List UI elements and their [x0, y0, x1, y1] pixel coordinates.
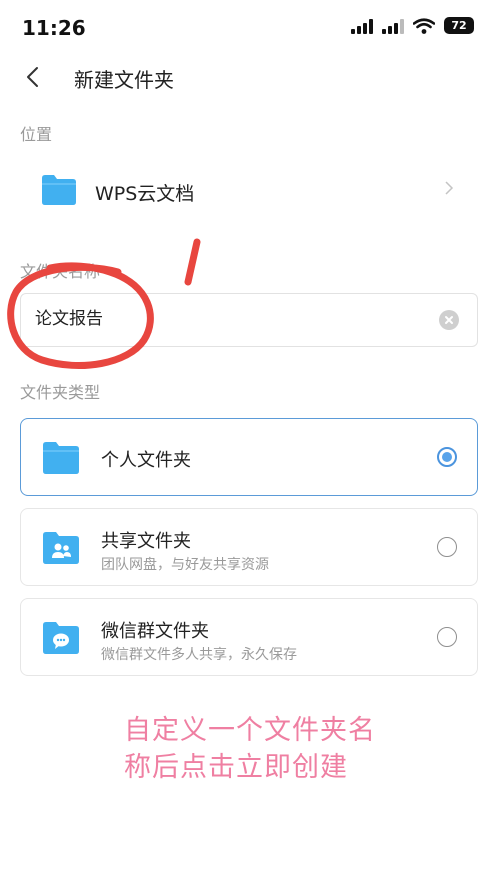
radio-unselected[interactable] — [437, 627, 457, 647]
location-row[interactable]: WPS云文档 — [20, 160, 480, 220]
type-option-shared[interactable]: 共享文件夹 团队网盘，与好友共享资源 — [20, 508, 478, 586]
location-value: WPS云文档 — [95, 183, 195, 205]
folder-name-input[interactable] — [35, 306, 415, 326]
status-bar: 11:26 72 — [0, 0, 500, 56]
type-option-personal[interactable]: 个人文件夹 — [20, 418, 478, 496]
folder-name-label: 文件夹名称 — [20, 262, 101, 281]
wechat-folder-icon — [43, 622, 79, 654]
radio-unselected[interactable] — [437, 537, 457, 557]
type-option-subtitle: 微信群文件多人共享，永久保存 — [101, 647, 297, 663]
status-icons: 72 — [351, 17, 474, 34]
annotation-line-2: 称后点击立即创建 — [124, 752, 348, 783]
type-option-wechat-group[interactable]: 微信群文件夹 微信群文件多人共享，永久保存 — [20, 598, 478, 676]
folder-type-label: 文件夹类型 — [20, 383, 101, 402]
cellular-signal-icon — [351, 18, 373, 34]
nav-bar: 新建文件夹 — [0, 56, 500, 100]
cellular-signal-icon-2 — [382, 18, 404, 34]
page-title: 新建文件夹 — [74, 68, 174, 92]
type-option-title: 个人文件夹 — [101, 450, 191, 471]
chevron-right-icon — [445, 181, 454, 195]
battery-icon: 72 — [444, 17, 474, 34]
shared-folder-icon — [43, 532, 79, 564]
type-option-title: 微信群文件夹 — [101, 621, 209, 642]
status-time: 11:26 — [22, 16, 86, 40]
back-icon[interactable] — [20, 62, 50, 92]
annotation-line-1: 自定义一个文件夹名 — [124, 715, 376, 746]
type-option-subtitle: 团队网盘，与好友共享资源 — [101, 557, 269, 573]
folder-name-field[interactable] — [20, 293, 478, 347]
location-label: 位置 — [20, 125, 53, 144]
clear-icon[interactable] — [439, 310, 459, 330]
wifi-icon — [413, 17, 435, 34]
radio-selected[interactable] — [437, 447, 457, 467]
annotation-tick-mark — [184, 238, 201, 286]
folder-icon — [43, 442, 79, 474]
folder-icon — [42, 175, 76, 205]
type-option-title: 共享文件夹 — [101, 531, 191, 552]
